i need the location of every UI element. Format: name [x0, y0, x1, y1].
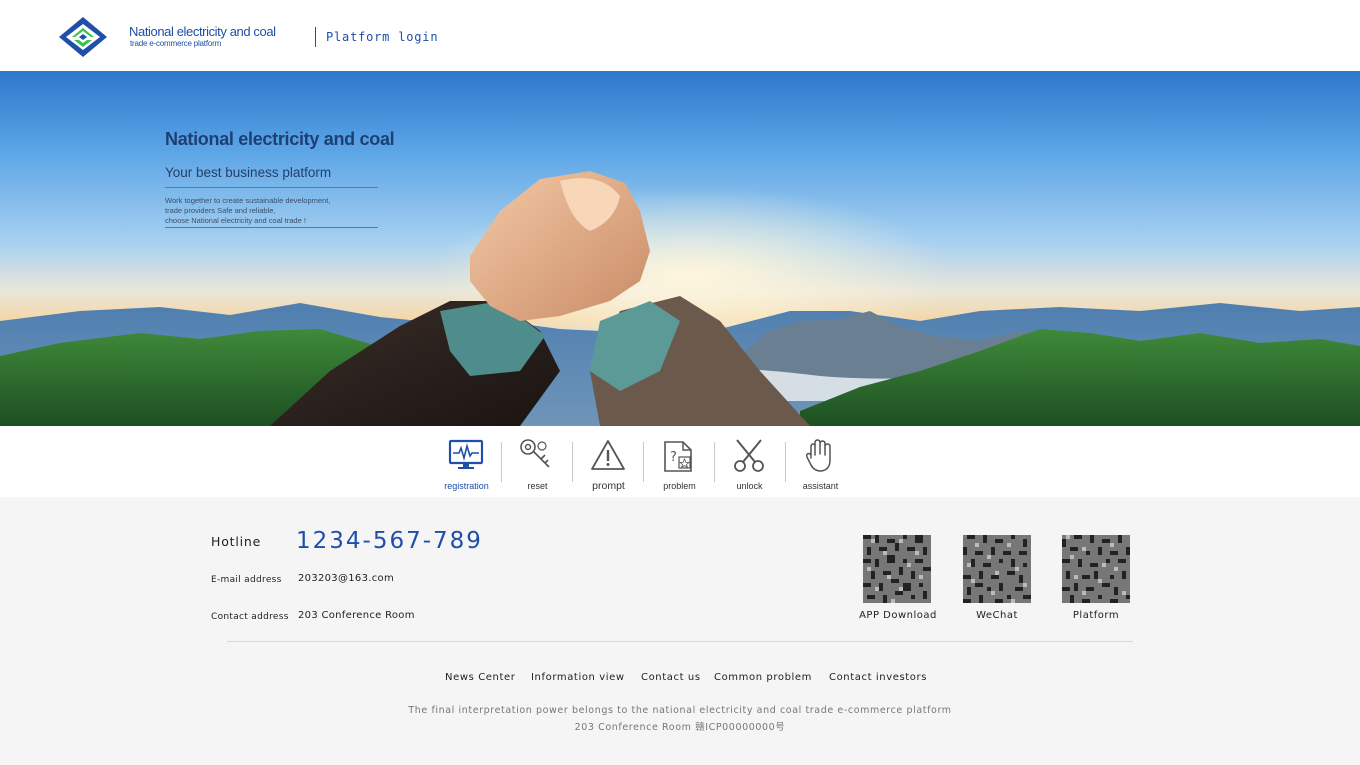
banner-subtitle: Your best business platform: [165, 165, 332, 180]
qr-code-wechat: [963, 535, 1031, 603]
footer-divider: [227, 641, 1133, 642]
monitor-pulse-icon: [448, 439, 484, 469]
quick-problem[interactable]: ? problem: [644, 426, 715, 497]
email-label: E-mail address: [211, 575, 282, 585]
svg-text:?: ?: [670, 450, 677, 465]
quick-prompt-label: prompt: [592, 480, 625, 492]
scissors-icon: [734, 439, 764, 472]
copyright-line: The final interpretation power belongs t…: [408, 705, 952, 716]
quick-prompt[interactable]: prompt: [573, 426, 644, 497]
banner-divider: [165, 187, 378, 188]
hand-icon: [805, 439, 831, 472]
logo-icon[interactable]: [58, 16, 108, 58]
banner-divider: [165, 227, 378, 228]
footer-link-contact-us[interactable]: Contact us: [641, 672, 701, 683]
platform-login-link[interactable]: Platform login: [326, 30, 438, 44]
quick-unlock-label: unlock: [736, 481, 763, 491]
quick-problem-label: problem: [663, 481, 696, 491]
quick-unlock[interactable]: unlock: [714, 426, 785, 497]
key-icon: [520, 439, 550, 468]
qr-label-wechat: WeChat: [976, 610, 1018, 621]
banner-description-line: choose National electricity and coal tra…: [165, 216, 306, 225]
footer-link-common-problem[interactable]: Common problem: [714, 672, 812, 683]
banner-description-line: trade providers Safe and reliable,: [165, 206, 276, 215]
quick-registration-label: registration: [444, 481, 489, 491]
header-divider: [315, 27, 316, 47]
qr-label-platform: Platform: [1072, 610, 1120, 621]
qr-label-app-download: APP Download: [859, 610, 937, 621]
quick-reset-label: reset: [527, 481, 548, 491]
banner-title: National electricity and coal: [165, 129, 395, 149]
hotline-label: Hotline: [211, 534, 262, 549]
banner-description-line: Work together to create sustainable deve…: [165, 196, 331, 205]
email-value[interactable]: 203203@163.com: [298, 573, 394, 584]
qr-code-platform: [1062, 535, 1130, 603]
banner-description: Work together to create sustainable deve…: [165, 196, 385, 226]
address-value: 203 Conference Room: [298, 610, 415, 621]
address-label: Contact address: [211, 612, 289, 622]
icp-record-line: 203 Conference Room 赣ICP00000000号: [574, 722, 786, 733]
quick-actions-bar: registration reset prompt ? problem unlo…: [0, 426, 1360, 497]
footer-link-contact-investors[interactable]: Contact investors: [829, 672, 927, 683]
quick-assistant-label: assistant: [802, 481, 839, 491]
quick-registration[interactable]: registration: [431, 426, 502, 497]
question-document-icon: ?: [664, 441, 692, 472]
quick-assistant[interactable]: assistant: [785, 426, 856, 497]
footer-link-news-center[interactable]: News Center: [445, 672, 515, 683]
warning-icon: [591, 440, 625, 470]
header: National electricity and coal trade e-co…: [0, 0, 1360, 71]
logo-subtitle: trade e-commerce platform: [130, 39, 222, 48]
quick-reset[interactable]: reset: [502, 426, 573, 497]
hotline-number[interactable]: 1234-567-789: [296, 528, 483, 554]
qr-code-app-download: [863, 535, 931, 603]
logo-title: National electricity and coal: [129, 24, 276, 39]
banner-scene-image: [0, 171, 1360, 426]
footer-link-information-view[interactable]: Information view: [531, 672, 625, 683]
hero-banner: National electricity and coal Your best …: [0, 71, 1360, 426]
